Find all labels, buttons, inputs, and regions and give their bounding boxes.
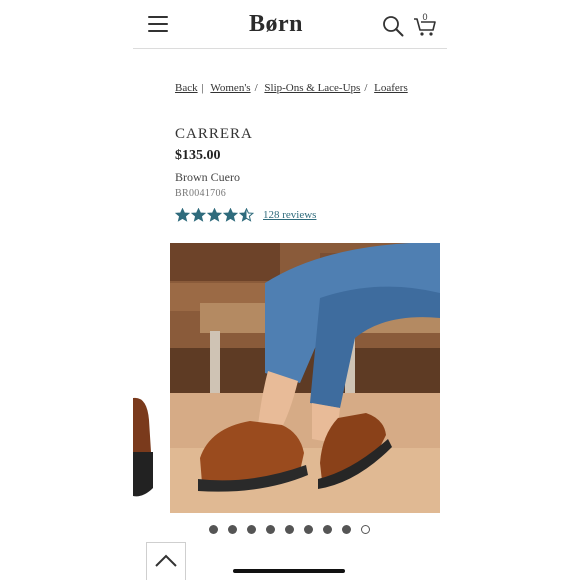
carousel-dot[interactable] [342, 525, 351, 534]
carousel-dot[interactable] [304, 525, 313, 534]
product-name: CARRERA [175, 126, 253, 142]
previous-image-peek[interactable] [133, 390, 154, 500]
chevron-up-icon [155, 554, 177, 567]
breadcrumb-separator: / [364, 82, 368, 94]
cart-icon[interactable]: 0 [413, 12, 437, 38]
menu-icon[interactable] [148, 16, 168, 32]
carousel-dot[interactable] [266, 525, 275, 534]
reviews-link[interactable]: 128 reviews [263, 209, 316, 221]
rating-stars[interactable] [175, 208, 255, 222]
breadcrumb-back-link[interactable]: Back [175, 82, 198, 94]
breadcrumb-link-womens[interactable]: Women's [210, 82, 250, 94]
mobile-viewport: Børn 0 Back | Women's / Slip-Ons & Lace-Up… [133, 0, 447, 580]
star-full-icon [223, 208, 238, 222]
breadcrumb-link-loafers[interactable]: Loafers [374, 82, 408, 94]
star-full-icon [207, 208, 222, 222]
carousel-dot[interactable] [361, 525, 370, 534]
star-full-icon [175, 208, 190, 222]
star-full-icon [191, 208, 206, 222]
product-image[interactable] [170, 243, 440, 513]
product-price: $135.00 [175, 148, 221, 163]
carousel-dot[interactable] [228, 525, 237, 534]
brand-logo[interactable]: Børn [249, 11, 303, 38]
scroll-to-top-button[interactable] [146, 542, 186, 580]
search-icon[interactable] [382, 15, 404, 37]
product-sku: BR0041706 [175, 188, 227, 199]
carousel-dot[interactable] [285, 525, 294, 534]
breadcrumb-separator: | [201, 82, 204, 94]
carousel-indicators [209, 525, 380, 534]
breadcrumb: Back | Women's / Slip-Ons & Lace-Ups / Loaf… [175, 82, 408, 94]
breadcrumb-separator: / [254, 82, 258, 94]
star-half-icon [239, 208, 254, 222]
site-header: Børn 0 [133, 0, 447, 49]
breadcrumb-link-slip-ons[interactable]: Slip-Ons & Lace-Ups [264, 82, 360, 94]
carousel-dot[interactable] [247, 525, 256, 534]
carousel-dot[interactable] [323, 525, 332, 534]
product-color: Brown Cuero [175, 170, 240, 184]
cart-count-badge: 0 [422, 12, 428, 22]
home-indicator [233, 569, 345, 573]
carousel-dot[interactable] [209, 525, 218, 534]
